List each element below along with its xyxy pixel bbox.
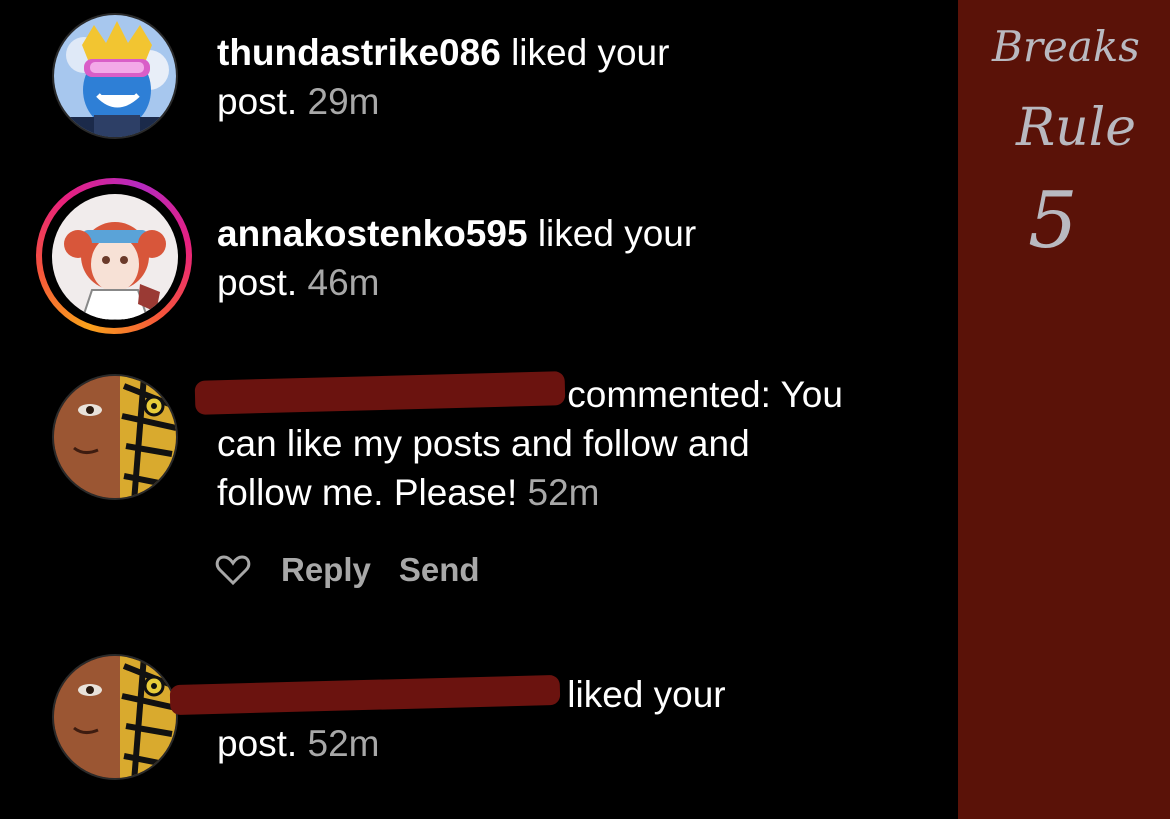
annotation-text: Breaks: [992, 22, 1140, 71]
timestamp: 29m: [307, 81, 380, 122]
avatar[interactable]: [52, 654, 178, 780]
avatar-face-tiger-icon: [54, 376, 176, 498]
action-text: post.: [217, 81, 298, 122]
notification-text: thundastrike086 liked your post. 29m: [217, 28, 669, 126]
timestamp: 46m: [307, 262, 380, 303]
action-text: post.: [217, 262, 298, 303]
timestamp: 52m: [527, 472, 600, 513]
annotation-text: 5: [1028, 176, 1078, 266]
avatar-crowned-character-icon: [54, 15, 176, 137]
action-text: post.: [217, 723, 298, 764]
avatar[interactable]: [52, 13, 178, 139]
username[interactable]: thundastrike086: [217, 32, 501, 73]
action-text: liked your: [567, 674, 726, 715]
notification-text: annakostenko595 liked your post. 46m: [217, 209, 696, 307]
annotation-overlay: Breaks Rule 5: [958, 0, 1170, 819]
action-text: liked your: [537, 213, 697, 254]
action-text: liked your: [511, 32, 670, 73]
username[interactable]: annakostenko595: [217, 213, 528, 254]
avatar[interactable]: [52, 194, 178, 320]
comment-text: can like my posts and follow and: [217, 423, 750, 464]
send-button[interactable]: Send: [399, 551, 480, 589]
annotation-text: Rule: [1016, 98, 1137, 158]
timestamp: 52m: [307, 723, 380, 764]
comment-actions: Reply Send: [215, 548, 480, 592]
avatar[interactable]: [52, 374, 178, 500]
avatar-face-tiger-icon: [54, 656, 176, 778]
action-text: commented: You: [567, 374, 843, 415]
reply-button[interactable]: Reply: [281, 551, 371, 589]
heart-outline-icon[interactable]: [215, 554, 251, 586]
comment-text: follow me. Please!: [217, 472, 518, 513]
avatar-anime-girl-icon: [52, 194, 178, 320]
